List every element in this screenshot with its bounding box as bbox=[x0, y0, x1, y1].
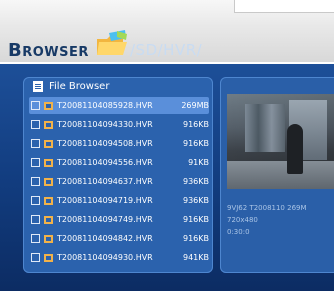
video-file-icon bbox=[44, 196, 53, 205]
row-checkbox[interactable] bbox=[31, 158, 40, 167]
file-size: 936KB bbox=[182, 196, 209, 205]
app-title: Browser bbox=[8, 40, 89, 61]
video-file-icon bbox=[44, 120, 53, 129]
video-preview-thumbnail[interactable] bbox=[227, 94, 334, 189]
preview-scene-person bbox=[287, 124, 303, 174]
video-file-icon bbox=[44, 253, 53, 262]
file-size: 916KB bbox=[182, 234, 209, 243]
row-checkbox[interactable] bbox=[31, 234, 40, 243]
file-row[interactable]: T20081104094749.HVR 916KB bbox=[29, 211, 209, 228]
file-row[interactable]: T20081104094719.HVR 936KB bbox=[29, 192, 209, 209]
file-name: T20081104094749.HVR bbox=[57, 215, 153, 224]
preview-scene-floor bbox=[227, 161, 334, 189]
file-row[interactable]: T20081104094637.HVR 936KB bbox=[29, 173, 209, 190]
preview-info: 9VJ62 T2008110 269M 720x480 0:30:0 bbox=[227, 202, 307, 238]
file-name: T20081104094719.HVR bbox=[57, 196, 153, 205]
file-name: T20081104094842.HVR bbox=[57, 234, 153, 243]
file-list-title: File Browser bbox=[49, 80, 110, 92]
preview-panel: 9VJ62 T2008110 269M 720x480 0:30:0 bbox=[220, 77, 334, 273]
preview-duration: 0:30:0 bbox=[227, 228, 250, 236]
current-path: /SD/HVR/ bbox=[130, 41, 203, 59]
row-checkbox[interactable] bbox=[31, 196, 40, 205]
file-name: T20081104094556.HVR bbox=[57, 158, 153, 167]
file-name: T20081104094330.HVR bbox=[57, 120, 153, 129]
tab-notch bbox=[234, 0, 334, 13]
file-size: 91KB bbox=[188, 158, 209, 167]
file-name: T20081104094508.HVR bbox=[57, 139, 153, 148]
video-file-icon bbox=[44, 215, 53, 224]
file-name: T20081104094930.HVR bbox=[57, 253, 153, 262]
file-row[interactable]: T20081104094330.HVR 916KB bbox=[29, 116, 209, 133]
file-size: 941KB bbox=[182, 253, 209, 262]
video-file-icon bbox=[44, 177, 53, 186]
row-checkbox[interactable] bbox=[31, 215, 40, 224]
file-row[interactable]: T20081104085928.HVR 269MB bbox=[29, 97, 209, 114]
browser-stage: File Browser T20081104085928.HVR 269MB T… bbox=[0, 64, 334, 291]
row-checkbox[interactable] bbox=[31, 177, 40, 186]
video-file-icon bbox=[44, 158, 53, 167]
header: Browser /SD/HVR/ bbox=[0, 22, 334, 66]
file-name: T20081104094637.HVR bbox=[57, 177, 153, 186]
file-list-icon bbox=[33, 80, 43, 92]
video-file-icon bbox=[44, 234, 53, 243]
file-row[interactable]: T20081104094842.HVR 916KB bbox=[29, 230, 209, 247]
file-size: 916KB bbox=[182, 139, 209, 148]
file-size: 269MB bbox=[181, 101, 209, 110]
file-row[interactable]: T20081104094556.HVR 91KB bbox=[29, 154, 209, 171]
row-checkbox[interactable] bbox=[31, 120, 40, 129]
preview-info-line: 9VJ62 T2008110 269M bbox=[227, 204, 307, 212]
file-size: 916KB bbox=[182, 215, 209, 224]
row-checkbox[interactable] bbox=[31, 253, 40, 262]
preview-resolution: 720x480 bbox=[227, 216, 258, 224]
row-checkbox[interactable] bbox=[31, 101, 40, 110]
preview-scene-shelf bbox=[245, 104, 285, 152]
file-size: 936KB bbox=[182, 177, 209, 186]
folder-icon bbox=[97, 30, 127, 55]
file-row[interactable]: T20081104094930.HVR 941KB bbox=[29, 249, 209, 266]
video-file-icon bbox=[44, 139, 53, 148]
file-list-header: File Browser bbox=[23, 77, 213, 95]
file-name: T20081104085928.HVR bbox=[57, 101, 153, 110]
file-size: 916KB bbox=[182, 120, 209, 129]
row-checkbox[interactable] bbox=[31, 139, 40, 148]
file-list-panel: File Browser T20081104085928.HVR 269MB T… bbox=[23, 77, 213, 273]
file-row[interactable]: T20081104094508.HVR 916KB bbox=[29, 135, 209, 152]
video-file-icon bbox=[44, 101, 53, 110]
